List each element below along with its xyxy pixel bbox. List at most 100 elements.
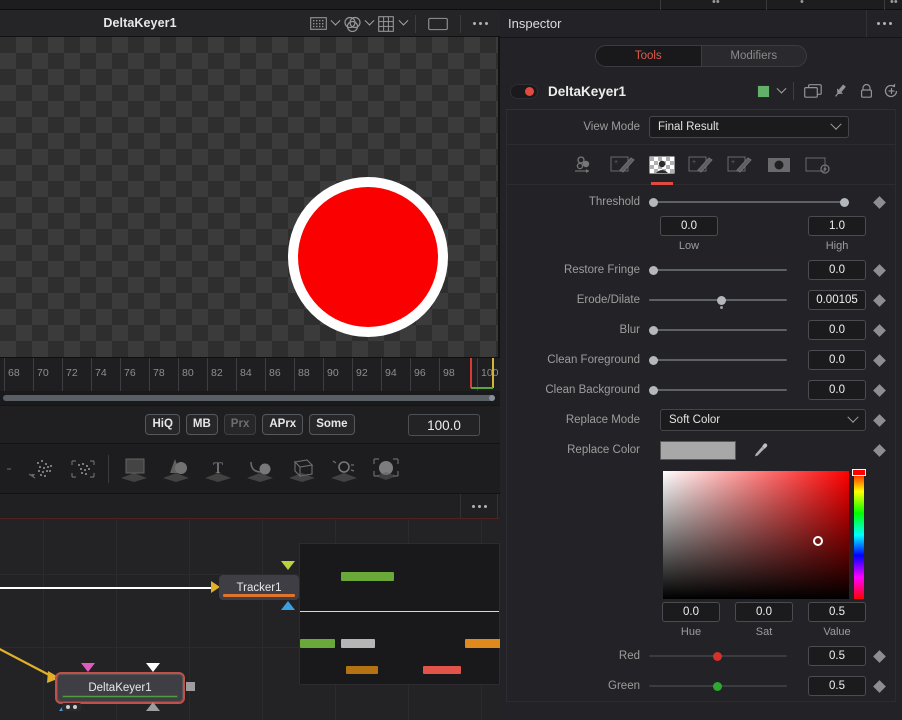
chevron-down-icon[interactable] xyxy=(362,16,376,32)
end-marker[interactable] xyxy=(492,358,494,388)
frame-icon[interactable] xyxy=(428,16,448,32)
timeline-ruler[interactable]: 68 70 72 74 76 78 80 82 84 86 88 90 92 9… xyxy=(0,357,500,391)
lock-icon[interactable] xyxy=(853,80,880,102)
settings-icon[interactable] xyxy=(804,154,832,176)
replace-mode-dropdown[interactable]: Soft Color xyxy=(660,409,866,431)
color-cursor[interactable] xyxy=(813,536,823,546)
particle-spawn-icon[interactable] xyxy=(2,449,20,489)
clean-plate-icon[interactable]: + xyxy=(687,154,715,176)
replace-color-swatch[interactable] xyxy=(660,440,736,460)
erode-dilate-field[interactable]: 0.00105 xyxy=(808,290,866,310)
clean-foreground-keyframe-button[interactable] xyxy=(872,353,886,367)
scrollbar-thumb[interactable] xyxy=(3,395,495,401)
pin-icon[interactable] xyxy=(826,80,853,102)
clean-background-keyframe-button[interactable] xyxy=(872,383,886,397)
cube-3d-icon[interactable] xyxy=(281,449,323,489)
restore-fringe-field[interactable]: 0.0 xyxy=(808,260,866,280)
node-view-dots[interactable] xyxy=(62,703,81,711)
red-field[interactable]: 0.5 xyxy=(808,646,866,666)
key-icon[interactable] xyxy=(570,154,598,176)
node-handle[interactable] xyxy=(186,682,195,691)
green-field[interactable]: 0.5 xyxy=(808,676,866,696)
mask-icon[interactable] xyxy=(765,154,793,176)
node-input-marker[interactable] xyxy=(281,561,295,570)
slider-handle[interactable] xyxy=(649,325,658,335)
eyedropper-icon[interactable] xyxy=(750,440,772,460)
slider-handle[interactable] xyxy=(717,295,726,305)
chevron-down-icon[interactable] xyxy=(396,16,410,32)
camera-path-3d-icon[interactable] xyxy=(239,449,281,489)
node-input-marker[interactable] xyxy=(146,663,160,672)
restore-fringe-slider[interactable] xyxy=(649,260,787,280)
matte-icon[interactable] xyxy=(648,154,676,185)
clean-foreground-field[interactable]: 0.0 xyxy=(808,350,866,370)
region-select-icon[interactable] xyxy=(308,16,328,32)
text-3d-icon[interactable]: T xyxy=(197,449,239,489)
tab-modifiers[interactable]: Modifiers xyxy=(702,46,807,66)
hiq-button[interactable]: HiQ xyxy=(145,414,180,435)
green-keyframe-button[interactable] xyxy=(872,679,886,693)
replace-mode-keyframe-button[interactable] xyxy=(872,413,886,427)
more-options-icon[interactable] xyxy=(473,22,488,25)
red-keyframe-button[interactable] xyxy=(872,649,886,663)
blur-keyframe-button[interactable] xyxy=(872,323,886,337)
node-output-marker-2[interactable] xyxy=(146,702,160,711)
node-output-marker[interactable] xyxy=(281,601,295,610)
chevron-down-icon[interactable] xyxy=(328,16,342,32)
duplicate-icon[interactable] xyxy=(799,80,826,102)
threshold-low-field[interactable]: 0.0 xyxy=(660,216,718,236)
renderer-3d-icon[interactable] xyxy=(365,449,407,489)
hue-strip[interactable] xyxy=(854,471,864,599)
hue-selector[interactable] xyxy=(852,469,866,476)
threshold-range-slider[interactable] xyxy=(649,192,849,212)
erode-dilate-slider[interactable] xyxy=(649,290,787,310)
replace-color-keyframe-button[interactable] xyxy=(872,443,886,457)
reset-icon[interactable] xyxy=(880,80,902,102)
node-graph[interactable]: Tracker1 DeltaKeyer1 xyxy=(0,519,500,720)
node-graph-options-button[interactable] xyxy=(460,494,498,518)
aprx-button[interactable]: APrx xyxy=(262,414,304,435)
chevron-down-icon[interactable] xyxy=(774,83,788,99)
node-mask-input-marker[interactable] xyxy=(81,663,95,672)
particle-render-icon[interactable] xyxy=(62,449,104,489)
threshold-high-handle[interactable] xyxy=(840,197,849,207)
zoom-level-field[interactable]: 100.0 xyxy=(408,414,480,436)
tuning-icon[interactable]: + xyxy=(726,154,754,176)
slider-handle[interactable] xyxy=(713,651,722,661)
slider-handle[interactable] xyxy=(649,355,658,365)
grid-icon[interactable] xyxy=(376,15,396,32)
clean-background-field[interactable]: 0.0 xyxy=(808,380,866,400)
erode-dilate-keyframe-button[interactable] xyxy=(872,293,886,307)
prx-button[interactable]: Prx xyxy=(223,414,257,435)
restore-fringe-keyframe-button[interactable] xyxy=(872,263,886,277)
mb-button[interactable]: MB xyxy=(185,414,218,435)
value-field[interactable]: 0.5 xyxy=(808,602,866,622)
threshold-high-field[interactable]: 1.0 xyxy=(808,216,866,236)
blur-field[interactable]: 0.0 xyxy=(808,320,866,340)
timeline-scrollbar[interactable] xyxy=(0,391,500,405)
slider-handle[interactable] xyxy=(649,385,658,395)
blur-slider[interactable] xyxy=(649,320,787,340)
hue-field[interactable]: 0.0 xyxy=(662,602,720,622)
inspector-options-button[interactable] xyxy=(866,10,902,37)
view-mode-dropdown[interactable]: Final Result xyxy=(649,116,849,138)
saturation-value-field[interactable] xyxy=(663,471,849,599)
node-color-swatch[interactable] xyxy=(757,84,770,98)
sat-field[interactable]: 0.0 xyxy=(735,602,793,622)
playhead[interactable] xyxy=(470,358,472,388)
color-channels-icon[interactable] xyxy=(342,16,362,32)
viewer-canvas[interactable] xyxy=(0,37,500,357)
scrollbar-handle[interactable] xyxy=(489,395,495,401)
slider-handle[interactable] xyxy=(713,681,722,691)
clean-background-slider[interactable] xyxy=(649,380,787,400)
particle-emitter-icon[interactable] xyxy=(20,449,62,489)
clean-foreground-slider[interactable] xyxy=(649,350,787,370)
tab-tools[interactable]: Tools xyxy=(596,45,702,66)
red-slider[interactable] xyxy=(649,646,787,666)
node-tracker1[interactable]: Tracker1 xyxy=(219,575,299,600)
shape-3d-icon[interactable] xyxy=(155,449,197,489)
pre-matte-icon[interactable]: + xyxy=(609,154,637,176)
green-slider[interactable] xyxy=(649,676,787,696)
spotlight-3d-icon[interactable] xyxy=(323,449,365,489)
threshold-low-handle[interactable] xyxy=(649,197,658,207)
